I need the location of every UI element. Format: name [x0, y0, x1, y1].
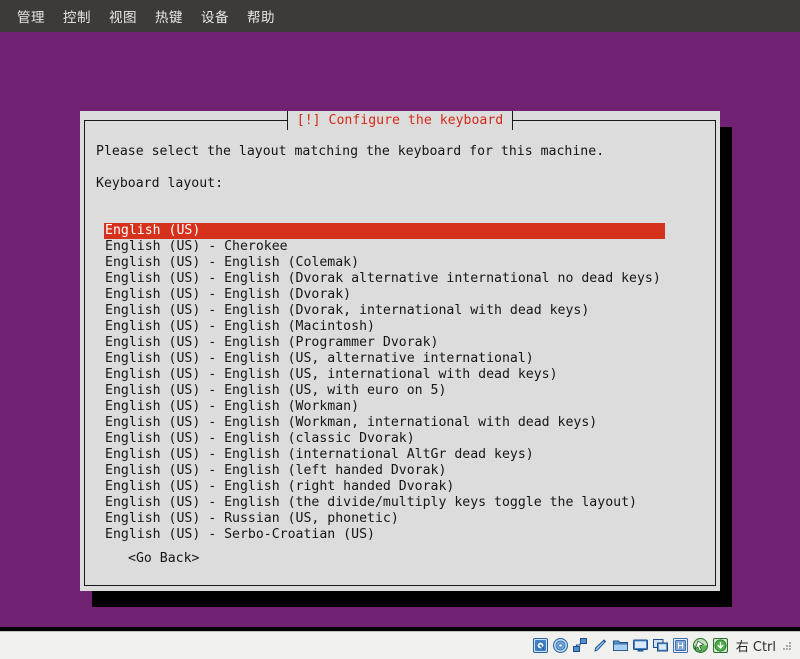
network-icon[interactable] [572, 637, 589, 654]
list-item[interactable]: English (US) - English (Colemak) [104, 255, 690, 271]
keyboard-layout-label: Keyboard layout: [96, 176, 223, 192]
list-item[interactable]: English (US) - Russian (US, phonetic) [104, 511, 690, 527]
keyboard-layout-list[interactable]: English (US) English (US) - Cherokee Eng… [104, 223, 690, 543]
list-item[interactable]: English (US) - English (US, internationa… [104, 367, 690, 383]
shared-folder-icon[interactable] [612, 637, 629, 654]
list-item[interactable]: English (US) - English (Macintosh) [104, 319, 690, 335]
menu-devices[interactable]: 设备 [192, 3, 238, 29]
list-item[interactable]: English (US) - Cherokee [104, 239, 690, 255]
optical-disk-icon[interactable] [552, 637, 569, 654]
host-key-label: 右 Ctrl [736, 636, 776, 655]
list-item[interactable]: English (US) - English (Dvorak alternati… [104, 271, 690, 287]
list-item[interactable]: English (US) - English (right handed Dvo… [104, 479, 690, 495]
host-key-icon[interactable] [712, 637, 729, 654]
list-item[interactable]: English (US) - English (Dvorak) [104, 287, 690, 303]
usb-icon[interactable] [592, 637, 609, 654]
host-status-bar: 右 Ctrl [0, 631, 800, 659]
list-item[interactable]: English (US) - English (Dvorak, internat… [104, 303, 690, 319]
video-capture-icon[interactable] [672, 637, 689, 654]
mouse-integration-icon[interactable] [692, 637, 709, 654]
list-item[interactable]: English (US) [104, 223, 665, 239]
menubar: 管理 控制 视图 热键 设备 帮助 [0, 0, 800, 32]
list-item[interactable]: English (US) - English (the divide/multi… [104, 495, 690, 511]
display-icon[interactable] [632, 637, 649, 654]
virtual-machine-window: 管理 控制 视图 热键 设备 帮助 [!] Configure the keyb… [0, 0, 800, 659]
menu-control[interactable]: 控制 [54, 3, 100, 29]
menu-hotkey[interactable]: 热键 [146, 3, 192, 29]
status-icon-group [532, 637, 729, 654]
list-item[interactable]: English (US) - English (US, alternative … [104, 351, 690, 367]
hard-disk-icon[interactable] [532, 637, 549, 654]
list-item[interactable]: English (US) - English (Programmer Dvora… [104, 335, 690, 351]
configure-keyboard-dialog: [!] Configure the keyboard Please select… [80, 111, 720, 591]
list-item[interactable]: English (US) - English (left handed Dvor… [104, 463, 690, 479]
dialog-intro-text: Please select the layout matching the ke… [96, 144, 604, 160]
list-item[interactable]: English (US) - English (Workman, interna… [104, 415, 690, 431]
guest-console[interactable]: [!] Configure the keyboard Please select… [0, 32, 800, 627]
menu-help[interactable]: 帮助 [238, 3, 284, 29]
list-item[interactable]: English (US) - English (classic Dvorak) [104, 431, 690, 447]
list-item[interactable]: English (US) - English (international Al… [104, 447, 690, 463]
go-back-button[interactable]: <Go Back> [128, 551, 199, 567]
list-item[interactable]: English (US) - Serbo-Croatian (US) [104, 527, 690, 543]
dialog-title: [!] Configure the keyboard [287, 111, 513, 130]
resize-grip[interactable] [782, 641, 792, 651]
remote-display-icon[interactable] [652, 637, 669, 654]
list-item[interactable]: English (US) - English (US, with euro on… [104, 383, 690, 399]
dialog-body: Please select the layout matching the ke… [80, 130, 720, 591]
list-item[interactable]: English (US) - English (Workman) [104, 399, 690, 415]
dialog-titlebar: [!] Configure the keyboard [80, 111, 720, 130]
menu-manage[interactable]: 管理 [8, 3, 54, 29]
menu-view[interactable]: 视图 [100, 3, 146, 29]
